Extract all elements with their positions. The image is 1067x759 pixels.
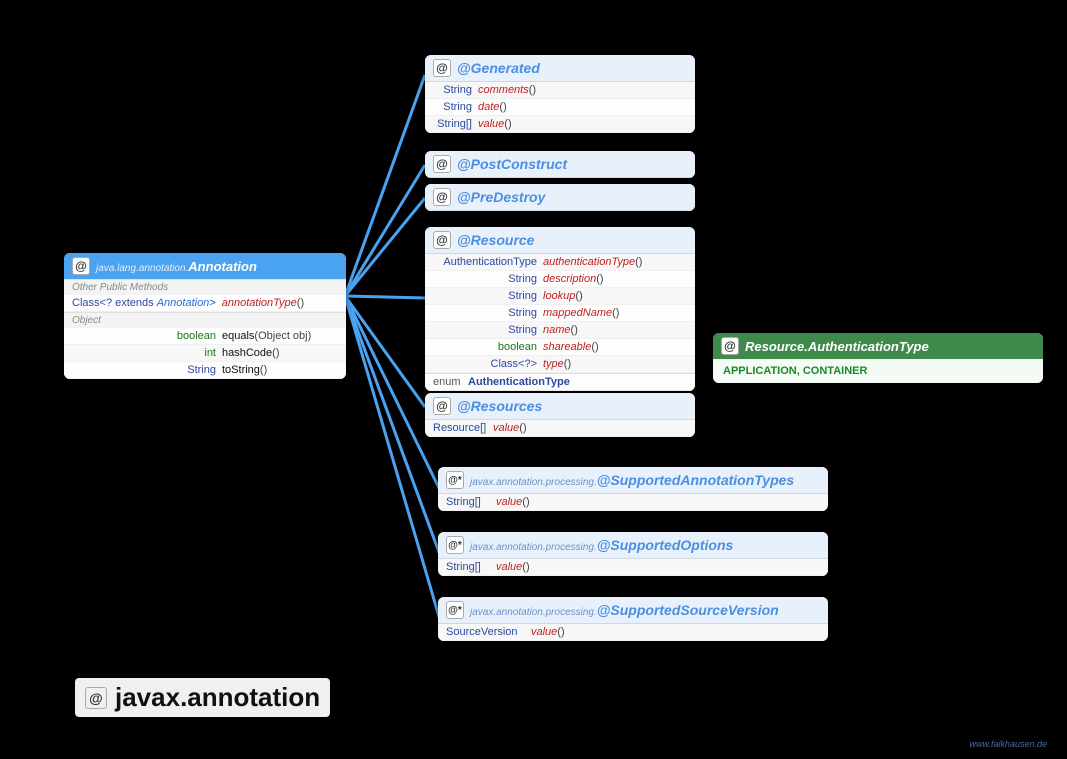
enum-values: APPLICATION, CONTAINER — [713, 359, 1043, 383]
row-tostring: String toString () — [64, 362, 346, 379]
postconstruct-header: @ @PostConstruct — [425, 151, 695, 178]
annotation-generated-box[interactable]: @ @Generated Stringcomments () Stringdat… — [425, 55, 695, 133]
annotation-so-box[interactable]: @* javax.annotation.processing.@Supporte… — [438, 532, 828, 576]
at-icon: @ — [721, 337, 739, 355]
interface-name: Annotation — [188, 259, 257, 274]
row-generated-value: String[]value () — [425, 116, 695, 133]
annotation-resources-box[interactable]: @ @Resources Resource[]value () — [425, 393, 695, 437]
row-resource-description: Stringdescription () — [425, 271, 695, 288]
row-sat-value: String[]value () — [438, 494, 828, 511]
interface-annotation-box[interactable]: @ java.lang.annotation.Annotation Other … — [64, 253, 346, 379]
sat-pkg: javax.annotation.processing. — [470, 477, 597, 488]
row-resource-type: Class<?>type () — [425, 356, 695, 373]
generated-header: @ @Generated — [425, 55, 695, 82]
enum-name: Resource.AuthenticationType — [745, 339, 929, 354]
row-annotationtype: Class<? extends Annotation> annotationTy… — [64, 295, 346, 312]
section-other: Other Public Methods — [64, 279, 346, 295]
at-icon: @ — [72, 257, 90, 275]
predestroy-name: @PreDestroy — [457, 189, 545, 205]
resource-header: @ @Resource — [425, 227, 695, 254]
interface-header: @ java.lang.annotation.Annotation — [64, 253, 346, 279]
annotation-predestroy-box[interactable]: @ @PreDestroy — [425, 184, 695, 211]
ssv-header: @* javax.annotation.processing.@Supporte… — [438, 597, 828, 624]
annotation-sat-box[interactable]: @* javax.annotation.processing.@Supporte… — [438, 467, 828, 511]
row-resource-enum: enumAuthenticationType — [425, 373, 695, 391]
at-icon: @ — [433, 188, 451, 206]
row-resource-mappedname: StringmappedName () — [425, 305, 695, 322]
sat-name: @SupportedAnnotationTypes — [597, 472, 794, 488]
resources-name: @Resources — [457, 398, 542, 414]
row-resources-value: Resource[]value () — [425, 420, 695, 437]
annotation-ssv-box[interactable]: @* javax.annotation.processing.@Supporte… — [438, 597, 828, 641]
so-header: @* javax.annotation.processing.@Supporte… — [438, 532, 828, 559]
sat-header: @* javax.annotation.processing.@Supporte… — [438, 467, 828, 494]
row-resource-shareable: booleanshareable () — [425, 339, 695, 356]
resources-header: @ @Resources — [425, 393, 695, 420]
at-star-icon: @* — [446, 536, 464, 554]
at-icon: @ — [433, 397, 451, 415]
at-icon: @ — [433, 231, 451, 249]
at-star-icon: @* — [446, 471, 464, 489]
predestroy-header: @ @PreDestroy — [425, 184, 695, 211]
row-resource-authtype: AuthenticationTypeauthenticationType () — [425, 254, 695, 271]
at-icon: @ — [85, 687, 107, 709]
footer-link[interactable]: www.falkhausen.de — [969, 739, 1047, 749]
interface-pkg: java.lang.annotation. — [96, 263, 188, 274]
at-icon: @ — [433, 155, 451, 173]
row-resource-lookup: Stringlookup () — [425, 288, 695, 305]
row-so-value: String[]value () — [438, 559, 828, 576]
row-generated-date: Stringdate () — [425, 99, 695, 116]
annotation-resource-box[interactable]: @ @Resource AuthenticationTypeauthentica… — [425, 227, 695, 391]
so-pkg: javax.annotation.processing. — [470, 542, 597, 553]
package-title: @ javax.annotation — [75, 678, 330, 717]
row-ssv-value: SourceVersionvalue () — [438, 624, 828, 641]
row-equals: boolean equals(Object obj) — [64, 328, 346, 345]
postconstruct-name: @PostConstruct — [457, 156, 567, 172]
enum-header: @ Resource.AuthenticationType — [713, 333, 1043, 359]
at-icon: @ — [433, 59, 451, 77]
at-star-icon: @* — [446, 601, 464, 619]
so-name: @SupportedOptions — [597, 537, 734, 553]
section-object: Object — [64, 312, 346, 328]
package-title-text: javax.annotation — [115, 682, 320, 713]
resource-name: @Resource — [457, 232, 534, 248]
row-resource-name: Stringname () — [425, 322, 695, 339]
row-generated-comments: Stringcomments () — [425, 82, 695, 99]
ssv-name: @SupportedSourceVersion — [597, 602, 779, 618]
row-hashcode: int hashCode () — [64, 345, 346, 362]
ssv-pkg: javax.annotation.processing. — [470, 607, 597, 618]
enum-authtype-box[interactable]: @ Resource.AuthenticationType APPLICATIO… — [713, 333, 1043, 383]
annotation-postconstruct-box[interactable]: @ @PostConstruct — [425, 151, 695, 178]
generated-name: @Generated — [457, 60, 540, 76]
